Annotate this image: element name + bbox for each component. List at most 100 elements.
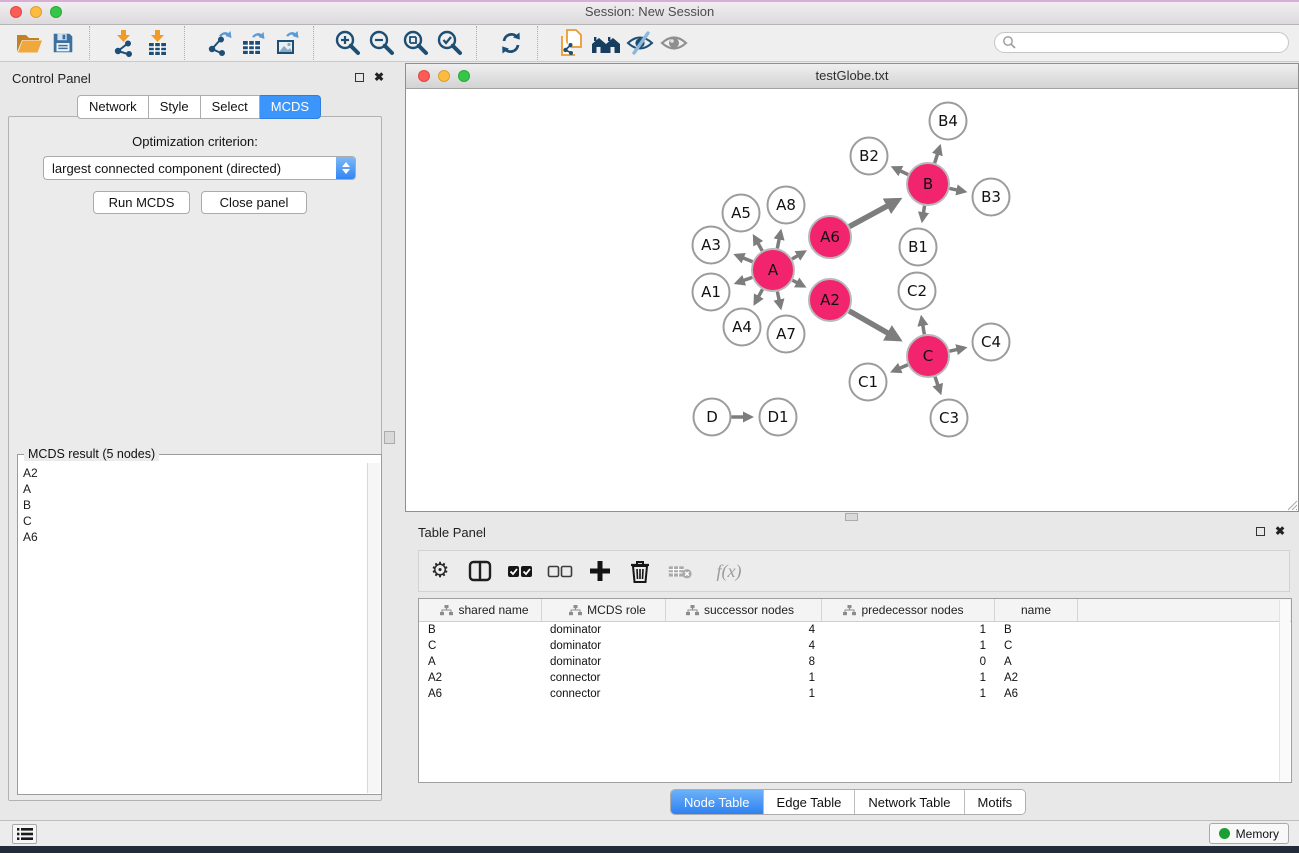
tab-edge-table[interactable]: Edge Table — [763, 790, 855, 814]
graph-edge[interactable] — [792, 252, 804, 259]
column-chooser-button[interactable] — [467, 558, 493, 584]
column-header-predecessor-nodes[interactable]: predecessor nodes — [822, 599, 995, 621]
create-column-button[interactable] — [587, 558, 613, 584]
vertical-split-grip[interactable] — [384, 431, 395, 444]
window-resize-grip[interactable] — [1285, 498, 1298, 511]
list-item[interactable]: A6 — [23, 529, 369, 545]
graph-edge[interactable] — [792, 280, 803, 286]
task-history-button[interactable] — [12, 824, 37, 844]
window-title: Session: New Session — [0, 2, 1299, 22]
zoom-fit-button[interactable] — [399, 27, 433, 59]
minimize-window-button[interactable] — [30, 6, 42, 18]
delete-columns-button[interactable] — [627, 558, 653, 584]
tab-network[interactable]: Network — [77, 95, 149, 119]
table-scrollbar[interactable] — [1279, 600, 1290, 781]
network-window-titlebar[interactable]: testGlobe.txt — [406, 64, 1298, 89]
list-item[interactable]: A2 — [23, 465, 369, 481]
export-network-button[interactable] — [202, 27, 236, 59]
select-all-columns-button[interactable] — [507, 558, 533, 584]
graph-edge[interactable] — [950, 188, 964, 191]
column-header-shared-name[interactable]: shared name — [419, 599, 542, 621]
zoom-in-button[interactable] — [331, 27, 365, 59]
show-hidden-button[interactable] — [657, 27, 691, 59]
float-table-panel-icon[interactable] — [1256, 527, 1265, 536]
network-minimize-button[interactable] — [438, 70, 450, 82]
graph-node-label: C2 — [907, 282, 927, 300]
toolbar-separator — [313, 26, 324, 60]
criterion-dropdown[interactable]: largest connected component (directed) — [43, 156, 356, 180]
graph-edge[interactable] — [949, 348, 964, 351]
tab-mcds[interactable]: MCDS — [260, 95, 321, 119]
open-session-button[interactable] — [12, 27, 46, 59]
table-mode-button[interactable]: ⚙ — [427, 558, 453, 584]
tab-network-table[interactable]: Network Table — [854, 790, 963, 814]
import-table-button[interactable] — [141, 27, 175, 59]
export-table-button[interactable] — [236, 27, 270, 59]
graph-edge[interactable] — [922, 318, 925, 334]
graph-edge[interactable] — [755, 289, 762, 302]
export-image-button[interactable] — [270, 27, 304, 59]
tab-select[interactable]: Select — [201, 95, 260, 119]
network-close-button[interactable] — [418, 70, 430, 82]
graph-edge[interactable] — [849, 311, 898, 339]
maximize-window-button[interactable] — [50, 6, 62, 18]
run-mcds-button[interactable]: Run MCDS — [93, 191, 190, 214]
graph-edge[interactable] — [935, 147, 940, 163]
network-maximize-button[interactable] — [458, 70, 470, 82]
network-canvas[interactable]: AA1A2A3A4A5A6A7A8BB1B2B3B4CC1C2C3C4DD1 — [406, 88, 1298, 511]
graph-edge[interactable] — [777, 292, 780, 307]
home-button[interactable] — [589, 27, 623, 59]
mcds-result-list[interactable]: A2 A B C A6 — [19, 463, 369, 793]
column-header-name[interactable]: name — [995, 599, 1078, 621]
memory-button[interactable]: Memory — [1209, 823, 1289, 844]
graph-edge[interactable] — [737, 255, 753, 261]
close-table-panel-icon[interactable]: ✖ — [1275, 526, 1285, 536]
table-row[interactable]: B dominator 4 1 B — [419, 622, 1291, 638]
horizontal-split-grip[interactable] — [845, 513, 858, 521]
result-scrollbar[interactable] — [367, 463, 380, 793]
tab-style[interactable]: Style — [149, 95, 201, 119]
import-network-button[interactable] — [107, 27, 141, 59]
close-window-button[interactable] — [10, 6, 22, 18]
refresh-button[interactable] — [494, 27, 528, 59]
tab-node-table[interactable]: Node Table — [671, 790, 763, 814]
function-builder-button[interactable]: f(x) — [707, 558, 751, 584]
close-panel-button[interactable]: Close panel — [201, 191, 307, 214]
graph-edge[interactable] — [737, 277, 752, 282]
table-row[interactable]: A dominator 8 0 A — [419, 654, 1291, 670]
list-item[interactable]: C — [23, 513, 369, 529]
zoom-out-icon — [367, 28, 397, 58]
table-tabs: Node Table Edge Table Network Table Moti… — [670, 789, 1026, 815]
search-field[interactable] — [994, 32, 1289, 53]
list-item[interactable]: B — [23, 497, 369, 513]
graph-edge[interactable] — [893, 365, 908, 371]
column-header-mcds-role[interactable]: MCDS role — [542, 599, 666, 621]
close-panel-icon[interactable]: ✖ — [374, 72, 384, 82]
save-session-button[interactable] — [46, 27, 80, 59]
delete-table-button[interactable] — [667, 558, 693, 584]
graph-edge[interactable] — [777, 232, 780, 248]
table-row[interactable]: C dominator 4 1 C — [419, 638, 1291, 654]
zoom-selected-button[interactable] — [433, 27, 467, 59]
graph-edge[interactable] — [754, 237, 762, 251]
duplicate-network-button[interactable] — [555, 27, 589, 59]
unselect-all-columns-button[interactable] — [547, 558, 573, 584]
graph-edge[interactable] — [894, 168, 908, 175]
graph-edge[interactable] — [935, 377, 940, 392]
list-item[interactable]: A — [23, 481, 369, 497]
table-row[interactable]: A2 connector 1 1 A2 — [419, 670, 1291, 686]
graph-edge[interactable] — [849, 200, 897, 226]
zoom-out-button[interactable] — [365, 27, 399, 59]
delete-table-icon — [667, 559, 693, 583]
network-window-title: testGlobe.txt — [406, 64, 1298, 87]
search-input[interactable] — [1017, 34, 1288, 52]
columns-icon — [467, 558, 493, 584]
graph-edge[interactable] — [922, 206, 924, 220]
hide-selected-button[interactable] — [623, 27, 657, 59]
float-panel-icon[interactable] — [355, 73, 364, 82]
table-row[interactable]: A6 connector 1 1 A6 — [419, 686, 1291, 702]
toolbar-separator — [476, 26, 487, 60]
column-header-successor-nodes[interactable]: successor nodes — [666, 599, 822, 621]
table-panel-title: Table Panel — [418, 525, 486, 540]
tab-motifs[interactable]: Motifs — [964, 790, 1026, 814]
